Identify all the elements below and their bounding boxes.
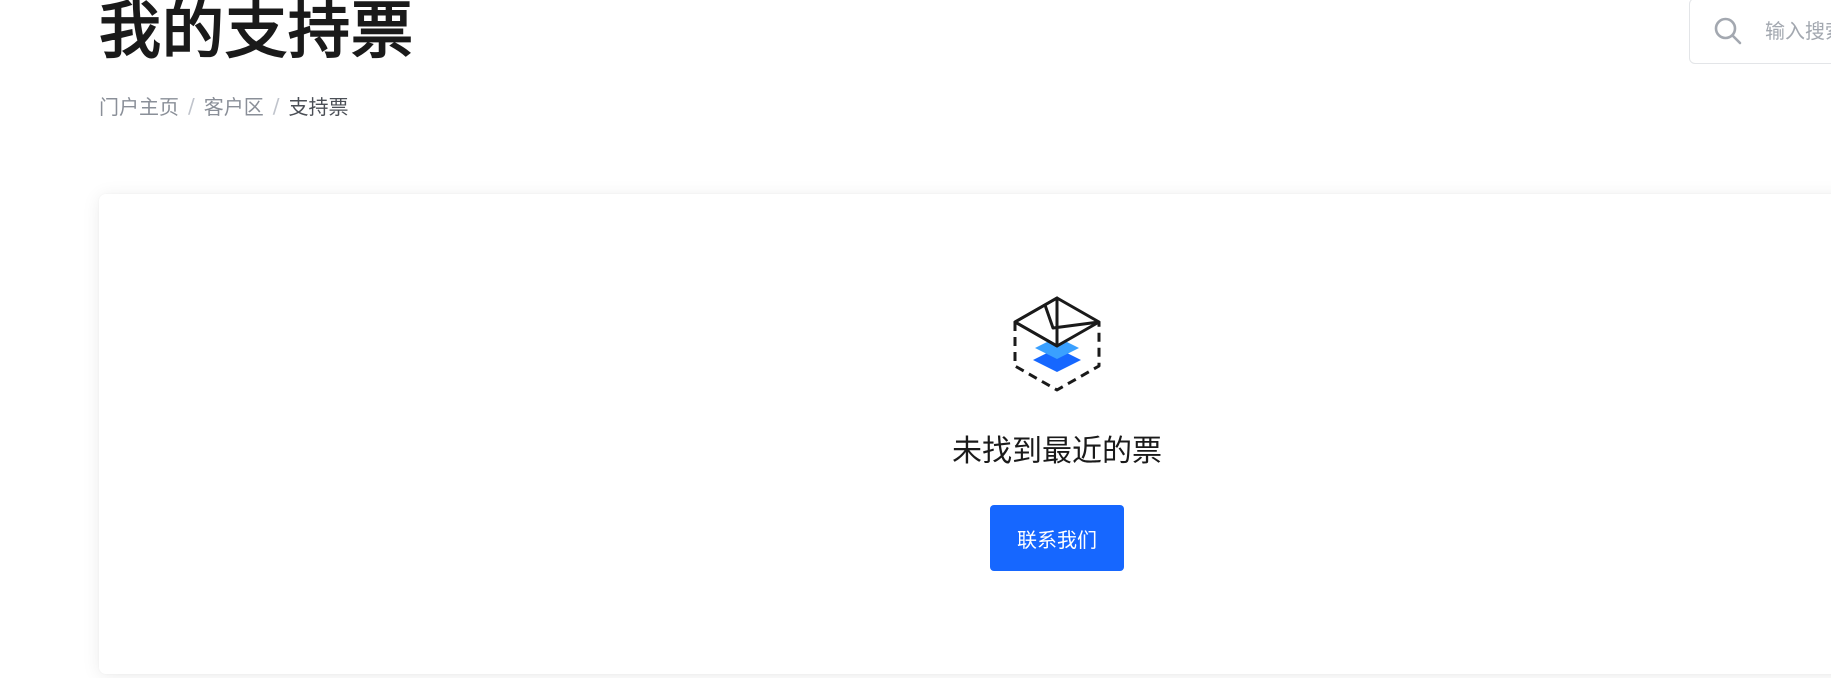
search-icon (1713, 16, 1743, 46)
search-input[interactable] (1765, 19, 1831, 43)
breadcrumb-separator: / (272, 93, 280, 118)
contact-us-button[interactable]: 联系我们 (990, 505, 1124, 571)
empty-state-message: 未找到最近的票 (952, 434, 1162, 469)
support-tickets-page: 我的支持票 门户主页 / 客户区 / 支持票 未找到最近的票 (0, 0, 1831, 678)
breadcrumb: 门户主页 / 客户区 / 支持票 (99, 91, 349, 120)
breadcrumb-portal-home[interactable]: 门户主页 (99, 91, 179, 120)
search-box (1689, 0, 1831, 64)
open-envelope-box-icon (1009, 292, 1105, 392)
page-title: 我的支持票 (99, 0, 415, 67)
breadcrumb-separator: / (188, 93, 195, 118)
breadcrumb-current: 支持票 (288, 95, 349, 119)
breadcrumb-client-area[interactable]: 客户区 (204, 91, 264, 120)
